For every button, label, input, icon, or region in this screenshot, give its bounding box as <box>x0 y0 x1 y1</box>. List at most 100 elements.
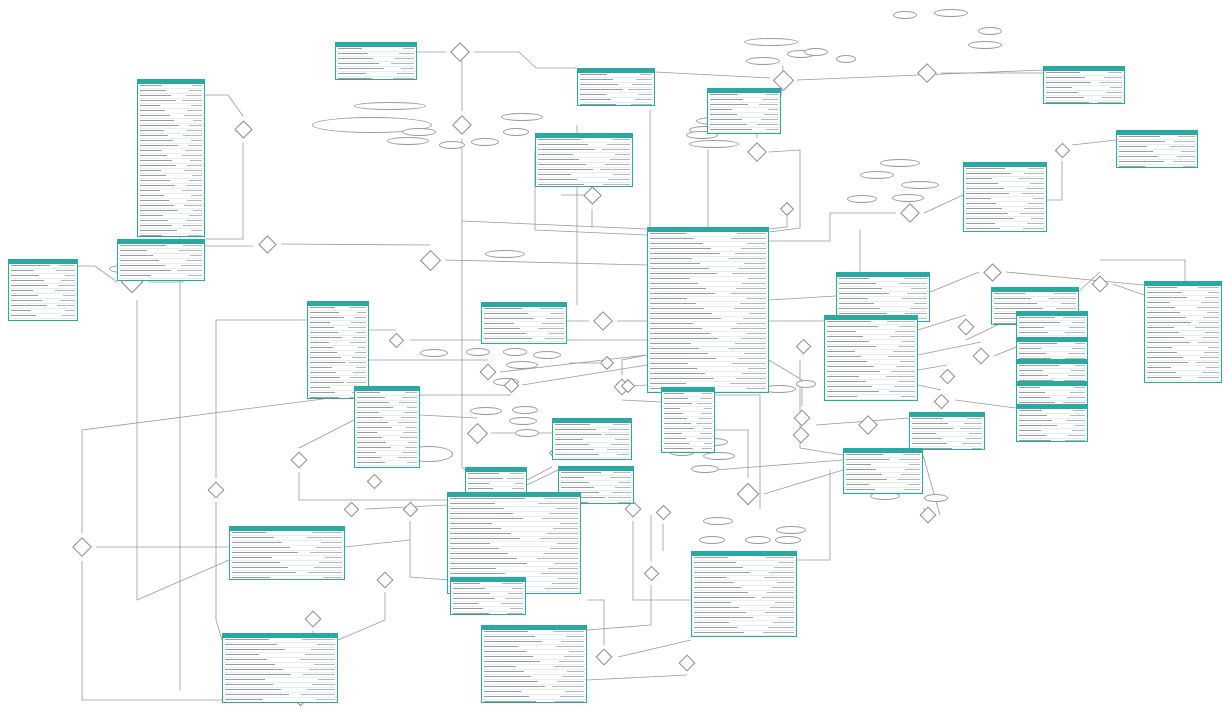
attribute-ellipse[interactable] <box>503 348 527 356</box>
attribute-ellipse[interactable] <box>501 113 543 121</box>
attribute-ellipse[interactable] <box>509 417 537 425</box>
field-name <box>694 597 756 599</box>
entity-table[interactable] <box>450 577 526 615</box>
field-name <box>484 696 529 698</box>
attribute-ellipse[interactable] <box>387 137 429 145</box>
attribute-ellipse[interactable] <box>804 48 828 56</box>
entity-table[interactable] <box>137 79 205 237</box>
entity-table[interactable] <box>577 68 655 106</box>
attribute-ellipse[interactable] <box>689 140 739 148</box>
attribute-ellipse[interactable] <box>354 102 426 110</box>
attribute-ellipse[interactable] <box>978 27 1002 35</box>
entity-table[interactable] <box>843 448 923 494</box>
entity-table[interactable] <box>1043 66 1125 104</box>
entity-table[interactable] <box>222 633 338 703</box>
attribute-ellipse[interactable] <box>503 128 529 136</box>
field-type <box>349 342 366 344</box>
attribute-ellipse[interactable] <box>860 171 894 179</box>
entity-field-row <box>223 698 337 702</box>
field-name <box>650 243 703 245</box>
attribute-ellipse[interactable] <box>745 536 771 544</box>
attribute-ellipse[interactable] <box>506 361 538 369</box>
attribute-ellipse[interactable] <box>796 380 816 388</box>
entity-table[interactable] <box>963 162 1047 232</box>
entity-table[interactable] <box>117 239 205 281</box>
field-name <box>140 115 170 117</box>
field-name <box>357 447 391 449</box>
field-type <box>888 356 915 358</box>
field-type <box>1021 193 1044 195</box>
field-type <box>740 248 766 250</box>
attribute-ellipse[interactable] <box>776 526 806 534</box>
field-type <box>187 200 202 202</box>
field-type <box>613 459 629 460</box>
field-name <box>310 347 333 349</box>
entity-table[interactable] <box>1016 404 1088 442</box>
entity-table[interactable] <box>335 42 417 80</box>
attribute-ellipse[interactable] <box>880 159 920 167</box>
field-type <box>306 689 335 691</box>
entity-table[interactable] <box>552 418 632 460</box>
field-type <box>300 694 335 696</box>
attribute-ellipse[interactable] <box>893 11 917 19</box>
attribute-ellipse[interactable] <box>402 128 436 136</box>
field-type <box>54 290 75 292</box>
entity-table[interactable] <box>707 88 781 134</box>
attribute-ellipse[interactable] <box>471 138 499 146</box>
field-name <box>484 338 532 340</box>
field-type <box>914 303 927 305</box>
entity-table[interactable] <box>8 259 78 321</box>
entity-table[interactable] <box>229 526 345 580</box>
attribute-ellipse[interactable] <box>968 41 1002 49</box>
attribute-ellipse[interactable] <box>836 55 856 63</box>
field-name <box>664 403 692 405</box>
field-type <box>617 502 631 503</box>
entity-table[interactable] <box>661 387 715 453</box>
entity-table[interactable] <box>481 625 587 703</box>
attribute-ellipse[interactable] <box>439 141 465 149</box>
field-type <box>1071 348 1085 350</box>
attribute-ellipse[interactable] <box>892 194 924 202</box>
attribute-ellipse[interactable] <box>515 429 539 437</box>
attribute-ellipse[interactable] <box>420 349 448 357</box>
attribute-ellipse[interactable] <box>934 9 968 17</box>
field-type <box>697 438 712 440</box>
attribute-ellipse[interactable] <box>847 195 877 203</box>
field-name <box>484 651 526 653</box>
field-name <box>1046 77 1086 79</box>
field-type <box>889 391 915 393</box>
attribute-ellipse[interactable] <box>746 57 780 65</box>
field-name <box>710 124 747 126</box>
entity-table[interactable] <box>1116 130 1198 168</box>
field-type <box>608 497 631 499</box>
attribute-ellipse[interactable] <box>485 250 525 258</box>
entity-table[interactable] <box>535 133 633 187</box>
attribute-ellipse[interactable] <box>470 407 502 415</box>
attribute-ellipse[interactable] <box>703 452 735 460</box>
relationship-line <box>763 469 844 495</box>
entity-table[interactable] <box>909 412 985 450</box>
field-name <box>650 313 713 315</box>
entity-table[interactable] <box>481 302 567 344</box>
field-type <box>1206 367 1219 369</box>
field-type <box>703 408 712 410</box>
attribute-ellipse[interactable] <box>691 465 719 473</box>
entity-table[interactable] <box>354 386 420 468</box>
attribute-ellipse[interactable] <box>703 517 733 525</box>
entity-table[interactable] <box>307 301 369 399</box>
attribute-ellipse[interactable] <box>512 406 538 414</box>
field-type <box>1102 97 1122 99</box>
attribute-ellipse[interactable] <box>924 494 948 502</box>
field-name <box>484 328 521 330</box>
attribute-ellipse[interactable] <box>466 348 490 356</box>
entity-table[interactable] <box>647 227 769 393</box>
entity-table[interactable] <box>1144 281 1222 383</box>
attribute-ellipse[interactable] <box>775 536 801 544</box>
field-type <box>539 538 578 540</box>
entity-table[interactable] <box>824 315 918 401</box>
attribute-ellipse[interactable] <box>744 38 798 46</box>
attribute-ellipse[interactable] <box>901 181 939 189</box>
entity-table[interactable] <box>691 551 797 637</box>
attribute-ellipse[interactable] <box>699 536 725 544</box>
attribute-ellipse[interactable] <box>533 351 561 359</box>
